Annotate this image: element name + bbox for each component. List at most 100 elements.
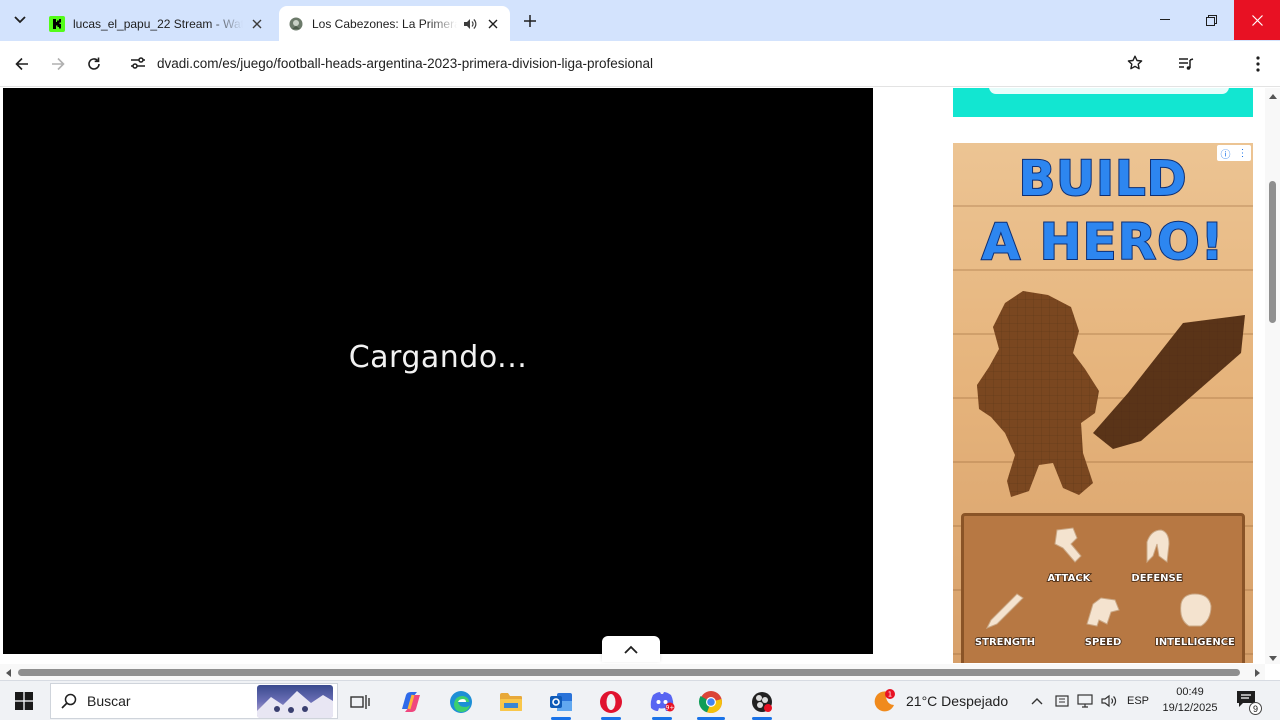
chevron-down-icon (14, 16, 26, 24)
brain-icon (1180, 593, 1212, 627)
loading-text: Cargando... (348, 339, 528, 375)
speaker-icon (1101, 694, 1117, 708)
ad-banner-top[interactable] (953, 88, 1253, 117)
back-button[interactable] (8, 50, 36, 78)
chrome-app[interactable] (691, 684, 731, 720)
address-bar[interactable]: dvadi.com/es/juego/football-heads-argent… (120, 46, 1160, 80)
close-tab-button[interactable] (483, 14, 503, 34)
copilot-app[interactable] (391, 684, 431, 720)
forward-button[interactable] (44, 50, 72, 78)
tune-icon (131, 57, 145, 69)
clock[interactable]: 00:49 19/12/2025 (1160, 684, 1220, 716)
obs-icon (752, 692, 772, 712)
windows-taskbar: Buscar 9+ 1 21°C Despejado ESP 00:49 19/… (0, 680, 1280, 720)
task-view-icon (350, 695, 370, 709)
arrow-right-icon (52, 57, 65, 71)
clock-time: 00:49 (1176, 686, 1204, 698)
reload-button[interactable] (80, 50, 108, 78)
horizontal-scroll-thumb[interactable] (18, 669, 1240, 676)
stat-label: SPEED (1084, 636, 1122, 649)
horizontal-scrollbar[interactable] (0, 664, 1265, 680)
speaker-icon (464, 18, 477, 29)
search-highlight-image[interactable] (257, 685, 333, 718)
site-info-button[interactable] (122, 49, 154, 77)
windows-logo-icon (15, 692, 33, 710)
game-canvas[interactable]: Cargando... (3, 88, 873, 654)
vertical-scroll-thumb[interactable] (1269, 181, 1276, 323)
task-view-button[interactable] (340, 684, 380, 720)
search-icon (61, 693, 77, 709)
tab-title: Los Cabezones: La Primera D (312, 16, 457, 31)
tab-audio-button[interactable] (461, 15, 479, 33)
tab-kick-stream[interactable]: lucas_el_papu_22 Stream - Watc (40, 6, 274, 41)
notification-center-button[interactable]: 9 (1236, 690, 1262, 715)
stat-intelligence: INTELLIGENCE (1150, 590, 1240, 649)
scroll-down-arrow-icon[interactable] (1268, 654, 1277, 662)
folder-icon (500, 693, 522, 711)
discord-icon: 9+ (650, 692, 675, 712)
discord-app[interactable]: 9+ (642, 684, 682, 720)
stat-label: INTELLIGENCE (1154, 636, 1235, 649)
close-icon (252, 19, 262, 28)
restore-icon (1205, 14, 1217, 26)
ad-title-line2: A HERO! (981, 212, 1225, 272)
tab-cabezones[interactable]: Los Cabezones: La Primera D (279, 6, 510, 41)
weather-widget[interactable]: 1 21°C Despejado (872, 685, 1008, 717)
start-button[interactable] (10, 689, 38, 713)
taskbar-search-box[interactable]: Buscar (50, 683, 338, 719)
browser-menu-button[interactable] (1244, 50, 1272, 78)
show-hidden-icons-button[interactable] (1028, 692, 1046, 710)
ad-build-a-hero[interactable]: ⓘ ⋮ BUILD A HERO! ATTACK DEFENSE STRENGT… (953, 143, 1253, 663)
outlook-app[interactable] (541, 684, 581, 720)
new-tab-button[interactable] (518, 9, 542, 33)
tab-search-button[interactable] (6, 7, 34, 33)
weather-badge: 1 (888, 691, 892, 699)
chevron-up-icon (624, 645, 638, 654)
scroll-right-arrow-icon[interactable] (1253, 668, 1261, 677)
edge-app[interactable] (441, 684, 481, 720)
volume-button[interactable] (1100, 692, 1118, 710)
kick-logo-icon (49, 15, 65, 32)
browser-toolbar: dvadi.com/es/juego/football-heads-argent… (0, 41, 1280, 87)
stat-speed: SPEED (1058, 590, 1148, 649)
scroll-up-arrow-icon[interactable] (1268, 92, 1277, 100)
stat-attack: ATTACK (1024, 526, 1114, 585)
minimize-icon (1160, 19, 1170, 20)
restore-button[interactable] (1188, 0, 1234, 40)
media-controls-button[interactable] (1172, 50, 1200, 78)
star-icon (1127, 55, 1143, 70)
close-tab-button[interactable] (247, 14, 267, 34)
page-content: Cargando... ⓘ ⋮ BUILD A HERO! ATTACK DEF… (0, 88, 1265, 664)
soccer-ball-icon (289, 17, 303, 30)
minimize-button[interactable] (1142, 0, 1188, 40)
language-indicator[interactable]: ESP (1127, 695, 1149, 707)
hero-silhouette-image (977, 291, 1245, 497)
obs-app[interactable] (742, 684, 782, 720)
kebab-menu-icon (1256, 56, 1260, 72)
bookmark-button[interactable] (1122, 50, 1148, 76)
screen: lucas_el_papu_22 Stream - Watc Los Cabez… (0, 0, 1280, 720)
reload-icon (88, 57, 100, 70)
close-window-button[interactable] (1234, 0, 1280, 40)
tray-app-button[interactable] (1053, 692, 1071, 710)
close-icon (488, 19, 498, 28)
stat-label: STRENGTH (974, 636, 1036, 649)
close-icon (1251, 14, 1263, 26)
chevron-up-icon (1031, 697, 1043, 704)
network-icon (1077, 694, 1093, 708)
search-placeholder: Buscar (87, 693, 131, 709)
network-button[interactable] (1076, 692, 1094, 710)
vertical-scrollbar[interactable] (1265, 88, 1280, 664)
tray-app-icon (1055, 695, 1069, 707)
helmet-icon (1146, 529, 1170, 564)
scroll-left-arrow-icon[interactable] (4, 668, 12, 677)
url-text[interactable]: dvadi.com/es/juego/football-heads-argent… (157, 56, 653, 71)
notification-count: 9 (1249, 702, 1262, 715)
ad-title-line1: BUILD (1018, 150, 1188, 208)
stat-defense: DEFENSE (1112, 526, 1202, 585)
plus-icon (524, 15, 536, 27)
file-explorer-app[interactable] (491, 684, 531, 720)
opera-app[interactable] (591, 684, 631, 720)
expand-bar-button[interactable] (602, 636, 660, 662)
boots-icon (1086, 597, 1120, 627)
